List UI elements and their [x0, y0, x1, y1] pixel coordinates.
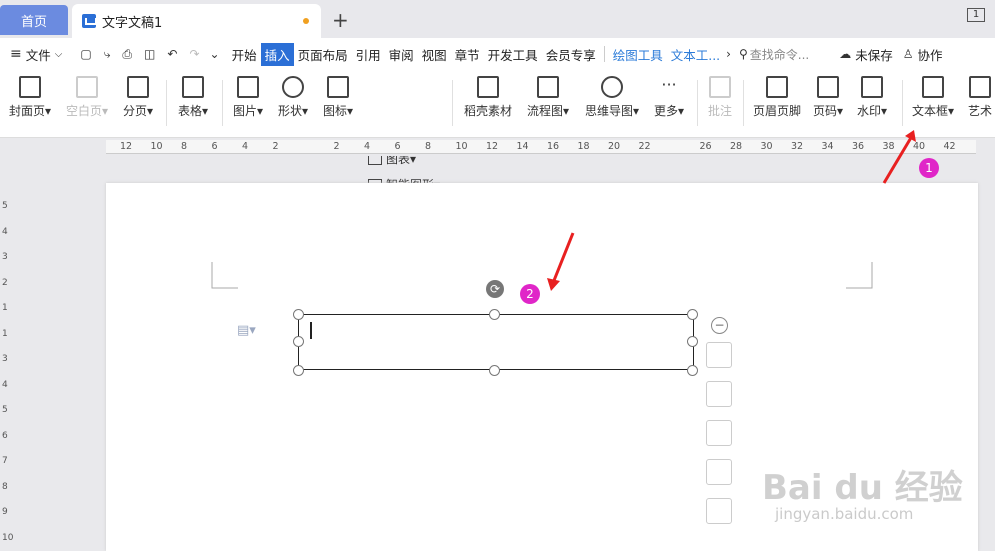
text-cursor — [310, 322, 312, 339]
resize-handle-ne[interactable] — [687, 309, 698, 320]
rotate-handle-icon[interactable]: ⟳ — [486, 280, 504, 298]
margin-corner-top-left — [211, 262, 238, 289]
resize-handle-sw[interactable] — [293, 365, 304, 376]
resize-handle-nw[interactable] — [293, 309, 304, 320]
arrow-1 — [882, 135, 914, 184]
resize-handle-s[interactable] — [489, 365, 500, 376]
resize-handle-se[interactable] — [687, 365, 698, 376]
arrow-2-head — [547, 278, 560, 291]
collapse-icon[interactable]: − — [711, 317, 728, 334]
outline-icon[interactable] — [706, 459, 732, 485]
resize-handle-n[interactable] — [489, 309, 500, 320]
layout-wrap-icon[interactable] — [706, 342, 732, 368]
layout-options-icon[interactable]: ▤▾ — [237, 323, 256, 338]
resize-handle-e[interactable] — [687, 336, 698, 347]
fill-icon[interactable] — [706, 420, 732, 446]
baidu-watermark-url: jingyan.baidu.com — [775, 505, 914, 523]
annotation-badge-1: 1 — [919, 158, 939, 178]
annotation-badge-2: 2 — [520, 284, 540, 304]
text-box[interactable] — [298, 314, 694, 370]
baidu-watermark-logo: Bai du 经验 — [762, 468, 963, 508]
margin-corner-top-right — [846, 262, 873, 289]
pen-icon[interactable] — [706, 381, 732, 407]
arrow-2 — [551, 232, 575, 284]
bulb-icon[interactable] — [706, 498, 732, 524]
resize-handle-w[interactable] — [293, 336, 304, 347]
